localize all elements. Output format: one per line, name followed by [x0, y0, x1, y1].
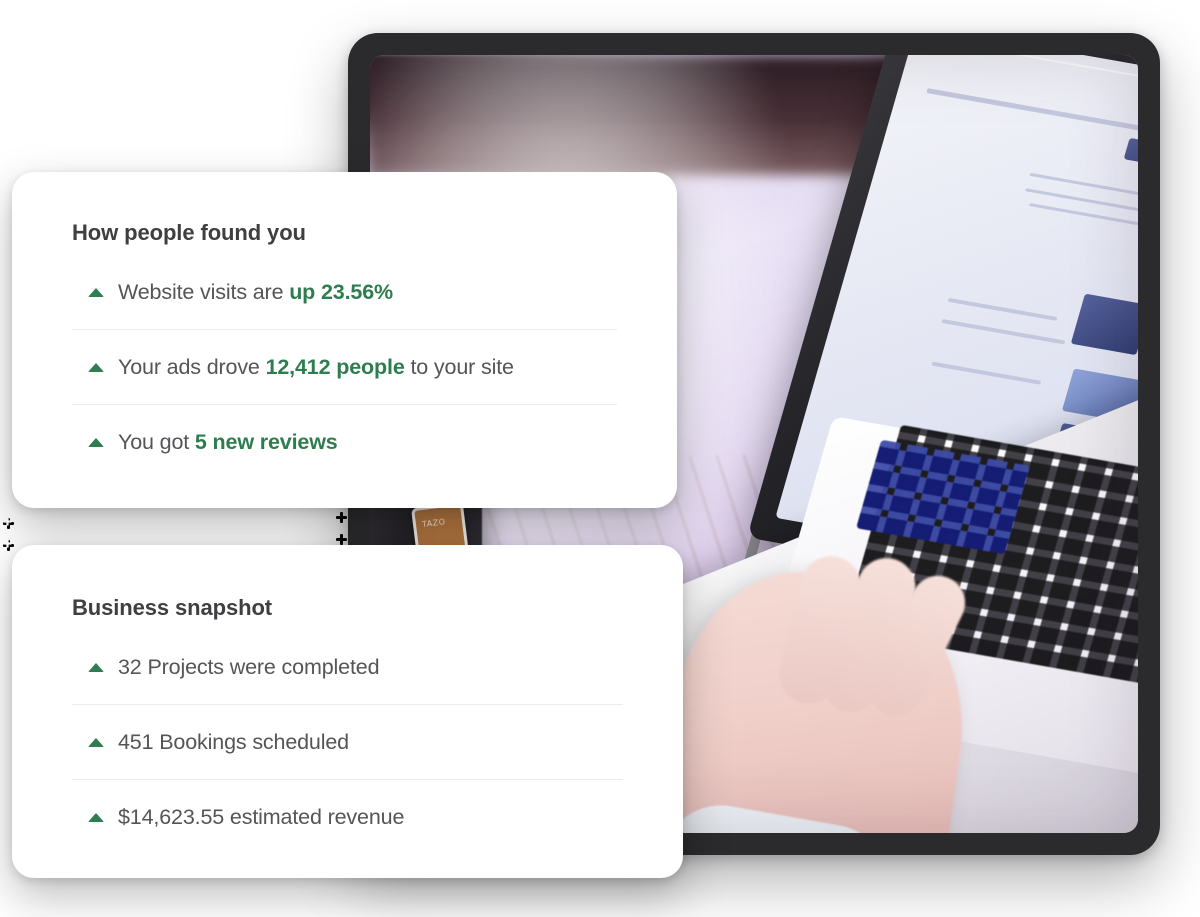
card-business-snapshot: Business snapshot 32 Projects were compl… — [12, 545, 683, 878]
up-arrow-icon — [88, 438, 104, 447]
stat-list: 32 Projects were completed 451 Bookings … — [12, 625, 683, 854]
up-arrow-icon — [88, 813, 104, 822]
decorative-cross-icon — [336, 512, 347, 523]
stat-text: Your ads drove 12,412 people to your sit… — [118, 355, 514, 379]
list-item[interactable]: Your ads drove 12,412 people to your sit… — [72, 329, 617, 404]
decorative-cross-icon — [3, 539, 12, 548]
list-item[interactable]: Website visits are up 23.56% — [72, 250, 617, 329]
stat-text: $14,623.55 estimated revenue — [118, 805, 405, 829]
decorative-cross-icon — [3, 518, 14, 529]
up-arrow-icon — [88, 288, 104, 297]
list-item[interactable]: $14,623.55 estimated revenue — [72, 779, 623, 854]
stat-text: Website visits are up 23.56% — [118, 280, 394, 304]
composition-stage: TAZO How people found you Website visits… — [0, 0, 1200, 917]
list-item[interactable]: 451 Bookings scheduled — [72, 704, 623, 779]
decorative-cross-icon — [336, 534, 347, 545]
card-title: How people found you — [72, 220, 306, 245]
up-arrow-icon — [88, 738, 104, 747]
stat-text: 32 Projects were completed — [118, 655, 380, 679]
decorative-cross-icon — [3, 517, 12, 526]
stat-text: You got 5 new reviews — [118, 430, 338, 454]
up-arrow-icon — [88, 663, 104, 672]
stat-list: Website visits are up 23.56% Your ads dr… — [12, 250, 677, 479]
card-title: Business snapshot — [72, 595, 273, 620]
list-item[interactable]: 32 Projects were completed — [72, 625, 623, 704]
up-arrow-icon — [88, 363, 104, 372]
card-how-people-found-you: How people found you Website visits are … — [12, 172, 677, 508]
list-item[interactable]: You got 5 new reviews — [72, 404, 617, 479]
stat-text: 451 Bookings scheduled — [118, 730, 349, 754]
